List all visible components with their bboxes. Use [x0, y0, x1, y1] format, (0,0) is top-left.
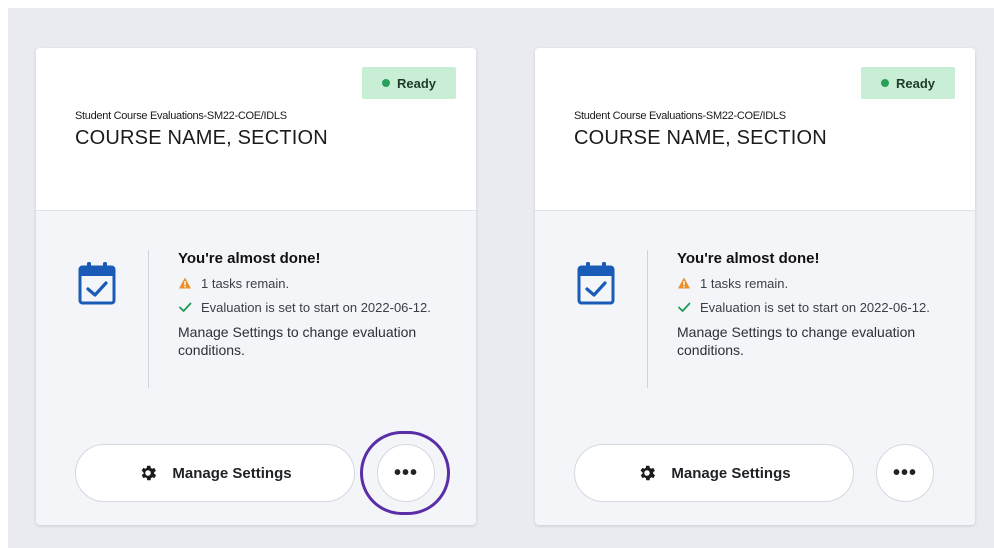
evaluation-start: Evaluation is set to start on 2022-06-12…	[178, 299, 448, 316]
status-badge: Ready	[860, 67, 955, 99]
status-heading: You're almost done!	[677, 250, 820, 267]
check-icon	[678, 302, 691, 312]
more-dots-icon: •••	[393, 461, 418, 484]
tasks-remaining-text: 1 tasks remain.	[201, 276, 290, 291]
status-badge-label: Ready	[396, 75, 436, 91]
tasks-remaining-text: 1 tasks remain.	[700, 276, 789, 291]
course-title[interactable]: COURSE NAME, SECTION	[574, 127, 827, 150]
status-panel: You're almost done! 1 tasks remain. Eval…	[677, 250, 947, 359]
warning-icon	[179, 277, 191, 289]
warning-icon	[678, 277, 690, 289]
evaluation-start: Evaluation is set to start on 2022-06-12…	[677, 299, 947, 316]
evaluation-start-text: Evaluation is set to start on 2022-06-12…	[201, 300, 431, 315]
card-header: Ready Student Course Evaluations-SM22-CO…	[36, 48, 476, 211]
card-header: Ready Student Course Evaluations-SM22-CO…	[535, 48, 975, 211]
calendar-check-icon	[577, 262, 615, 305]
status-dot-icon	[880, 79, 889, 87]
vertical-divider	[148, 250, 149, 388]
tasks-remaining: 1 tasks remain.	[178, 275, 448, 292]
manage-settings-label: Manage Settings	[671, 464, 791, 482]
evaluation-card: Ready Student Course Evaluations-SM22-CO…	[36, 48, 476, 525]
status-badge: Ready	[361, 67, 456, 99]
manage-settings-label: Manage Settings	[172, 464, 292, 482]
course-title[interactable]: COURSE NAME, SECTION	[75, 127, 328, 150]
calendar-check-icon	[78, 262, 116, 305]
settings-note: Manage Settings to change evaluation con…	[178, 324, 417, 358]
status-panel: You're almost done! 1 tasks remain. Eval…	[178, 250, 448, 359]
evaluation-start-text: Evaluation is set to start on 2022-06-12…	[700, 300, 930, 315]
more-dots-icon: •••	[892, 461, 917, 484]
status-badge-label: Ready	[895, 75, 935, 91]
evaluation-card: Ready Student Course Evaluations-SM22-CO…	[535, 48, 975, 525]
more-options-button[interactable]: •••	[876, 444, 934, 502]
check-icon	[179, 302, 192, 312]
tasks-remaining: 1 tasks remain.	[677, 275, 947, 292]
manage-settings-button[interactable]: Manage Settings	[574, 444, 854, 502]
gear-icon	[640, 465, 656, 481]
more-options-button[interactable]: •••	[377, 444, 435, 502]
manage-settings-button[interactable]: Manage Settings	[75, 444, 355, 502]
evaluation-code: Student Course Evaluations-SM22-COE/IDLS	[574, 110, 786, 122]
gear-icon	[141, 465, 157, 481]
status-dot-icon	[381, 79, 390, 87]
status-heading: You're almost done!	[178, 250, 321, 267]
vertical-divider	[647, 250, 648, 388]
settings-note: Manage Settings to change evaluation con…	[677, 324, 916, 358]
evaluation-code: Student Course Evaluations-SM22-COE/IDLS	[75, 110, 287, 122]
cards-canvas: Ready Student Course Evaluations-SM22-CO…	[8, 8, 994, 548]
